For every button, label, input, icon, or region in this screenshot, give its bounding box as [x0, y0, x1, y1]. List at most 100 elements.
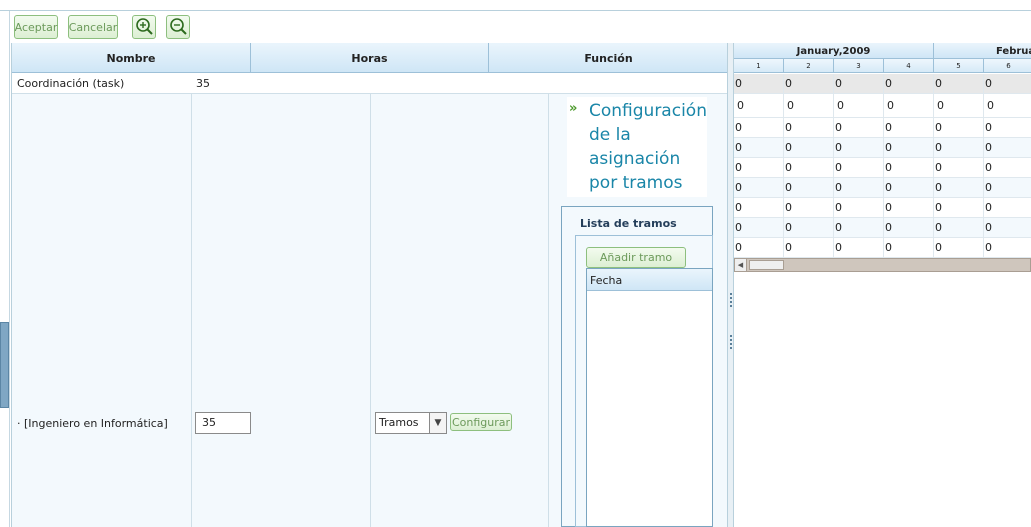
row-hours: 35 — [196, 77, 210, 90]
timeline-cell[interactable]: 0 — [984, 218, 1031, 238]
day-label: 2 — [784, 59, 834, 73]
timeline-cell[interactable]: 0 — [784, 94, 834, 118]
timeline-cell[interactable]: 0 — [984, 198, 1031, 218]
timeline-row: 000000 — [734, 198, 1031, 218]
timeline-cell[interactable]: 0 — [784, 178, 834, 198]
timeline-cell[interactable]: 0 — [834, 138, 884, 158]
column-header-horas[interactable]: Horas — [251, 43, 489, 73]
hours-input[interactable]: 35 — [195, 412, 251, 434]
timeline-cell[interactable]: 0 — [884, 218, 934, 238]
toolbar: Aceptar Cancelar — [11, 12, 1031, 42]
timeline-cell[interactable]: 0 — [784, 218, 834, 238]
timeline-cell[interactable]: 0 — [734, 74, 784, 94]
timeline-cell[interactable]: 0 — [734, 238, 784, 258]
timeline-cell[interactable]: 0 — [934, 74, 984, 94]
timeline-cell[interactable]: 0 — [934, 94, 984, 118]
month-label: January,2009 — [734, 43, 934, 59]
timeline-cell[interactable]: 0 — [984, 74, 1031, 94]
day-header: 1234567 — [734, 59, 1031, 73]
zoom-in-icon — [136, 18, 153, 35]
column-divider — [191, 73, 192, 527]
column-header-funcion[interactable]: Función — [489, 43, 728, 73]
side-panel-tab[interactable] — [0, 322, 9, 408]
timeline-cell[interactable]: 0 — [784, 198, 834, 218]
timeline-row: 000000 — [734, 138, 1031, 158]
timeline-cell[interactable]: 0 — [934, 178, 984, 198]
tramos-legend: Lista de tramos — [580, 217, 677, 230]
config-heading: Configuración de la asignación por tramo… — [589, 101, 707, 193]
grid-header: Nombre Horas Función — [12, 43, 728, 73]
timeline-cell[interactable]: 0 — [934, 238, 984, 258]
timeline-row: 000000 — [734, 158, 1031, 178]
day-label: 1 — [734, 59, 784, 73]
timeline-cell[interactable]: 0 — [734, 158, 784, 178]
timeline-cell[interactable]: 0 — [934, 218, 984, 238]
timeline-row: 000000 — [734, 238, 1031, 258]
add-tramo-button[interactable]: Añadir tramo — [586, 247, 686, 268]
timeline-cell[interactable]: 0 — [884, 138, 934, 158]
timeline-cell[interactable]: 0 — [734, 178, 784, 198]
timeline-cell[interactable]: 0 — [834, 118, 884, 138]
timeline-cell[interactable]: 0 — [934, 138, 984, 158]
timeline-cell[interactable]: 0 — [784, 74, 834, 94]
chevron-down-icon: ▼ — [429, 413, 446, 433]
fecha-list[interactable]: Fecha — [586, 268, 713, 527]
timeline-cell[interactable]: 0 — [884, 118, 934, 138]
timeline-cell[interactable]: 0 — [784, 118, 834, 138]
timeline-cell[interactable]: 0 — [984, 238, 1031, 258]
pane-splitter[interactable] — [727, 43, 734, 527]
timeline-cell[interactable]: 0 — [984, 138, 1031, 158]
timeline-cell[interactable]: 0 — [784, 138, 834, 158]
scroll-thumb[interactable] — [749, 260, 784, 270]
horizontal-scrollbar[interactable]: ◀ — [734, 258, 1031, 272]
timeline-row: 000000 — [734, 118, 1031, 138]
timeline-cell[interactable]: 0 — [984, 118, 1031, 138]
timeline-cell[interactable]: 0 — [734, 94, 784, 118]
timeline-cell[interactable]: 0 — [884, 94, 934, 118]
timeline-cell[interactable]: 0 — [734, 218, 784, 238]
day-label: 6 — [984, 59, 1031, 73]
splitter-grip[interactable] — [730, 335, 732, 349]
timeline-cell[interactable]: 0 — [834, 74, 884, 94]
timeline-cell[interactable]: 0 — [884, 74, 934, 94]
timeline-cell[interactable]: 0 — [834, 94, 884, 118]
timeline-cell[interactable]: 0 — [734, 198, 784, 218]
accept-button[interactable]: Aceptar — [14, 15, 58, 39]
timeline-cell[interactable]: 0 — [834, 218, 884, 238]
timeline-cell[interactable]: 0 — [734, 138, 784, 158]
timeline-cell[interactable]: 0 — [834, 238, 884, 258]
timeline-cell[interactable]: 0 — [934, 158, 984, 178]
timeline-cell[interactable]: 0 — [934, 198, 984, 218]
configure-button[interactable]: Configurar — [450, 413, 512, 431]
timeline-cell[interactable]: 0 — [834, 158, 884, 178]
column-header-nombre[interactable]: Nombre — [12, 43, 251, 73]
timeline-cell[interactable]: 0 — [984, 178, 1031, 198]
month-label: Februa — [934, 43, 1031, 59]
zoom-out-button[interactable] — [166, 15, 190, 39]
timeline-row: 000000 — [734, 74, 1031, 94]
timeline-cell[interactable]: 0 — [834, 178, 884, 198]
timeline-cell[interactable]: 0 — [934, 118, 984, 138]
timeline-cell[interactable]: 0 — [884, 158, 934, 178]
function-select[interactable]: Tramos ▼ — [375, 412, 447, 434]
splitter-grip[interactable] — [730, 293, 732, 307]
timeline-cell[interactable]: 0 — [984, 158, 1031, 178]
timeline-cell[interactable]: 0 — [834, 198, 884, 218]
row-name: Coordinación (task) — [17, 77, 125, 90]
zoom-in-button[interactable] — [132, 15, 156, 39]
timeline-cell[interactable]: 0 — [984, 94, 1031, 118]
timeline-cell[interactable]: 0 — [884, 198, 934, 218]
timeline-row: 000000 — [734, 218, 1031, 238]
scroll-left-icon[interactable]: ◀ — [735, 259, 747, 271]
timeline-cell[interactable]: 0 — [784, 238, 834, 258]
cancel-button[interactable]: Cancelar — [68, 15, 118, 39]
zoom-out-icon — [170, 18, 187, 35]
timeline-cell[interactable]: 0 — [884, 238, 934, 258]
table-row[interactable]: Coordinación (task) 35 — [12, 73, 728, 94]
timeline-cell[interactable]: 0 — [734, 118, 784, 138]
day-label: 4 — [884, 59, 934, 73]
fecha-column-header[interactable]: Fecha — [587, 269, 712, 291]
timeline-cell[interactable]: 0 — [784, 158, 834, 178]
timeline-cell[interactable]: 0 — [884, 178, 934, 198]
timeline-row: 000000 — [734, 178, 1031, 198]
